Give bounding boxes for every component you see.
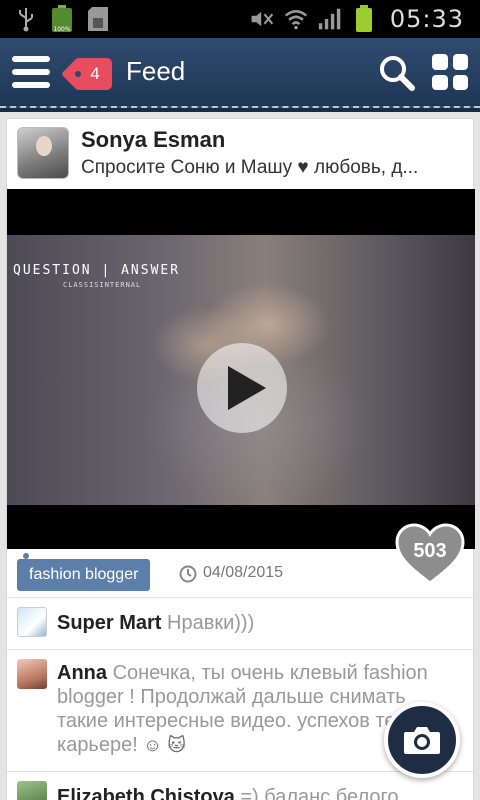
status-clock: 05:33 — [389, 5, 464, 33]
play-icon[interactable] — [197, 343, 287, 433]
comment-avatar[interactable] — [17, 607, 47, 637]
video-player[interactable]: QUESTION | ANSWER CLASSISINTERNAL — [7, 189, 475, 549]
comment-item[interactable]: Super Mart Нравки))) — [7, 607, 473, 647]
post-date: 04/08/2015 — [203, 564, 284, 581]
comment-author[interactable]: Super Mart — [57, 612, 161, 634]
sd-card-icon — [86, 6, 110, 32]
tag-label: fashion blogger — [29, 566, 139, 583]
wifi-icon — [284, 6, 308, 32]
svg-text:100%: 100% — [53, 26, 70, 33]
video-overlay-subtitle: CLASSISINTERNAL — [63, 281, 142, 289]
app-bar: 4 Feed — [0, 38, 480, 112]
battery-charging-icon — [352, 5, 376, 32]
divider — [7, 597, 473, 598]
notification-tag-icon[interactable]: 4 — [61, 57, 112, 91]
camera-icon — [404, 727, 440, 754]
mute-icon — [250, 6, 274, 32]
page-title: Feed — [126, 56, 186, 86]
signal-icon — [318, 6, 342, 32]
video-overlay-title: QUESTION | ANSWER — [13, 263, 181, 278]
comment-author[interactable]: Elizabeth Chistova — [57, 786, 235, 800]
comment-avatar[interactable] — [17, 781, 47, 800]
divider — [7, 649, 473, 650]
author-avatar[interactable] — [17, 127, 69, 179]
grid-view-icon[interactable] — [432, 54, 468, 90]
comment-author[interactable]: Anna — [57, 662, 107, 684]
usb-icon — [14, 6, 38, 32]
author-name[interactable]: Sonya Esman — [81, 127, 225, 153]
smile-emoji-icon: ☺ — [143, 735, 162, 755]
comment-avatar[interactable] — [17, 659, 47, 689]
clock-icon — [179, 565, 197, 583]
video-thumbnail: QUESTION | ANSWER CLASSISINTERNAL — [7, 235, 475, 505]
camera-button[interactable] — [384, 702, 460, 778]
battery-full-icon: 100% — [50, 5, 74, 33]
post-header[interactable]: Sonya Esman Спросите Соню и Машу ♥ любов… — [7, 119, 473, 189]
comment-text: Нравки))) — [167, 612, 255, 634]
post-card: Sonya Esman Спросите Соню и Машу ♥ любов… — [6, 118, 475, 800]
post-description: Спросите Соню и Машу ♥ любовь, д... — [81, 157, 419, 178]
search-icon[interactable] — [378, 54, 416, 92]
cat-emoji-icon: 🐱 — [167, 735, 187, 755]
comment-item[interactable]: Elizabeth Chistova =) баланс белого — [7, 781, 473, 800]
menu-icon[interactable] — [12, 56, 50, 88]
comment-text: Сонечка, ты очень клевый fashion blogger… — [57, 662, 434, 756]
comment-text: =) баланс белого — [240, 786, 399, 800]
status-bar: 100% 05:33 — [0, 0, 480, 38]
tag-chip[interactable]: fashion blogger — [17, 559, 151, 591]
post-meta: fashion blogger 04/08/2015 — [7, 551, 473, 597]
